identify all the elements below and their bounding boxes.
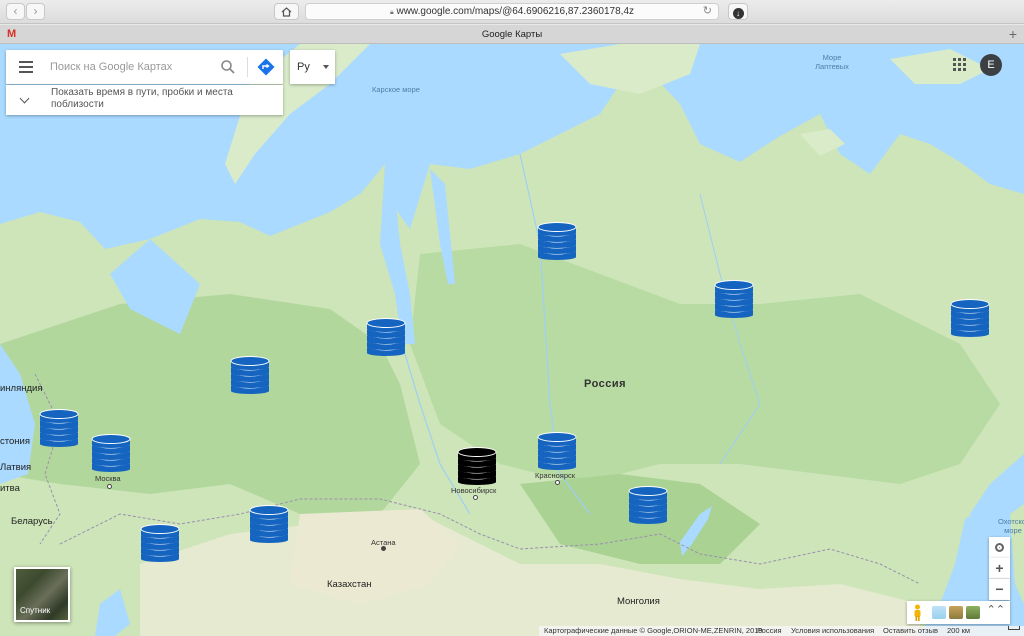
database-marker[interactable] xyxy=(39,407,79,447)
search-icon[interactable] xyxy=(219,58,237,76)
database-marker[interactable] xyxy=(230,354,270,394)
label-latvia: Латвия xyxy=(0,462,32,473)
url-text: www.google.com/maps/@64.6906216,87.23601… xyxy=(396,6,635,17)
terms-link[interactable]: Условия использования xyxy=(791,626,874,636)
label-krasnoyarsk: Красноярск xyxy=(535,471,576,480)
imagery-thumb[interactable] xyxy=(949,606,963,619)
database-marker[interactable] xyxy=(714,278,754,318)
apps-grid-icon[interactable] xyxy=(953,58,967,72)
expand-chevron-icon[interactable]: ⌃⌃ xyxy=(987,603,1005,616)
database-marker[interactable] xyxy=(249,503,289,543)
location-icon xyxy=(995,543,1004,552)
database-marker[interactable] xyxy=(457,445,497,485)
downloads-button[interactable]: ↓ xyxy=(728,3,748,20)
map-footer: Картографические данные © Google,ORION-M… xyxy=(539,626,1024,636)
back-button[interactable]: ‹ xyxy=(6,3,25,20)
hamburger-menu-icon[interactable] xyxy=(19,61,33,73)
new-tab-button[interactable]: + xyxy=(1009,25,1017,44)
lock-icon: 🔒︎ xyxy=(389,9,394,16)
label-kara-sea: Карское море xyxy=(372,85,420,94)
imagery-thumb[interactable] xyxy=(966,606,980,619)
label-mongolia: Монголия xyxy=(617,596,660,607)
label-moscow: Москва xyxy=(95,474,121,483)
label-russia: Россия xyxy=(584,378,627,390)
label-laptev-sea: Море Лаптевых xyxy=(815,53,849,71)
gmail-icon: M xyxy=(7,28,17,40)
divider xyxy=(247,57,248,77)
footer-country[interactable]: Россия xyxy=(757,626,782,636)
scale-label: 200 км xyxy=(947,626,971,635)
pegman-icon[interactable] xyxy=(912,604,923,621)
label-finland: инляндия xyxy=(0,383,43,394)
traffic-prompt: Показать время в пути, пробки и места по… xyxy=(51,87,233,110)
label-lithuania: итва xyxy=(0,483,20,494)
database-marker[interactable] xyxy=(366,316,406,356)
database-marker[interactable] xyxy=(91,432,131,472)
label-okhotsk-sea: Охотское море xyxy=(998,517,1024,535)
browser-toolbar: ‹ › 🔒︎ www.google.com/maps/@64.6906216,8… xyxy=(0,0,1024,24)
chevron-down-icon xyxy=(323,65,329,69)
search-box xyxy=(6,50,283,84)
language-button[interactable]: Ру xyxy=(290,50,335,84)
database-marker[interactable] xyxy=(140,522,180,562)
tab-title: Google Карты xyxy=(481,29,543,40)
directions-icon[interactable] xyxy=(256,57,276,77)
feedback-link[interactable]: Оставить отзыв xyxy=(883,626,938,636)
label-belarus: Беларусь xyxy=(11,516,53,527)
language-label: Ру xyxy=(297,61,310,73)
forward-button[interactable]: › xyxy=(26,3,45,20)
imagery-thumb[interactable] xyxy=(932,606,946,619)
traffic-toggle[interactable]: Показать время в пути, пробки и места по… xyxy=(6,85,283,115)
account-avatar[interactable]: E xyxy=(980,54,1002,76)
city-dot-novosibirsk xyxy=(473,495,478,500)
address-bar[interactable]: 🔒︎ www.google.com/maps/@64.6906216,87.23… xyxy=(305,3,719,20)
copyright-text: Картографические данные © Google,ORION-M… xyxy=(544,626,763,635)
database-marker[interactable] xyxy=(950,297,990,337)
my-location-button[interactable] xyxy=(989,537,1010,558)
satellite-label: Спутник xyxy=(20,606,51,615)
search-input[interactable] xyxy=(50,58,220,76)
home-icon xyxy=(281,7,292,17)
database-marker[interactable] xyxy=(537,430,577,470)
scale-bar xyxy=(1008,626,1020,630)
home-button[interactable] xyxy=(274,3,299,20)
tab-google-maps[interactable]: M Google Карты + xyxy=(0,25,1024,44)
label-kazakhstan: Казахстан xyxy=(327,579,372,590)
chevron-down-icon xyxy=(19,93,30,104)
map-canvas[interactable]: Карское море Море Лаптевых Охотское море… xyxy=(0,44,1024,636)
city-dot-krasnoyarsk xyxy=(555,480,560,485)
label-estonia: стония xyxy=(0,436,30,447)
city-dot-moscow xyxy=(107,484,112,489)
street-view-bar: ⌃⌃ xyxy=(907,601,1010,624)
database-marker[interactable] xyxy=(537,220,577,260)
label-novosibirsk: Новосибирск xyxy=(451,486,497,495)
database-marker[interactable] xyxy=(628,484,668,524)
browser-window: ‹ › 🔒︎ www.google.com/maps/@64.6906216,8… xyxy=(0,0,1024,636)
reload-icon[interactable]: ↻ xyxy=(703,4,712,19)
satellite-layer-button[interactable]: Спутник xyxy=(14,567,70,622)
zoom-in-button[interactable]: + xyxy=(989,558,1010,579)
city-dot-astana xyxy=(381,546,386,551)
zoom-out-button[interactable]: − xyxy=(989,579,1010,600)
download-icon: ↓ xyxy=(732,8,744,19)
